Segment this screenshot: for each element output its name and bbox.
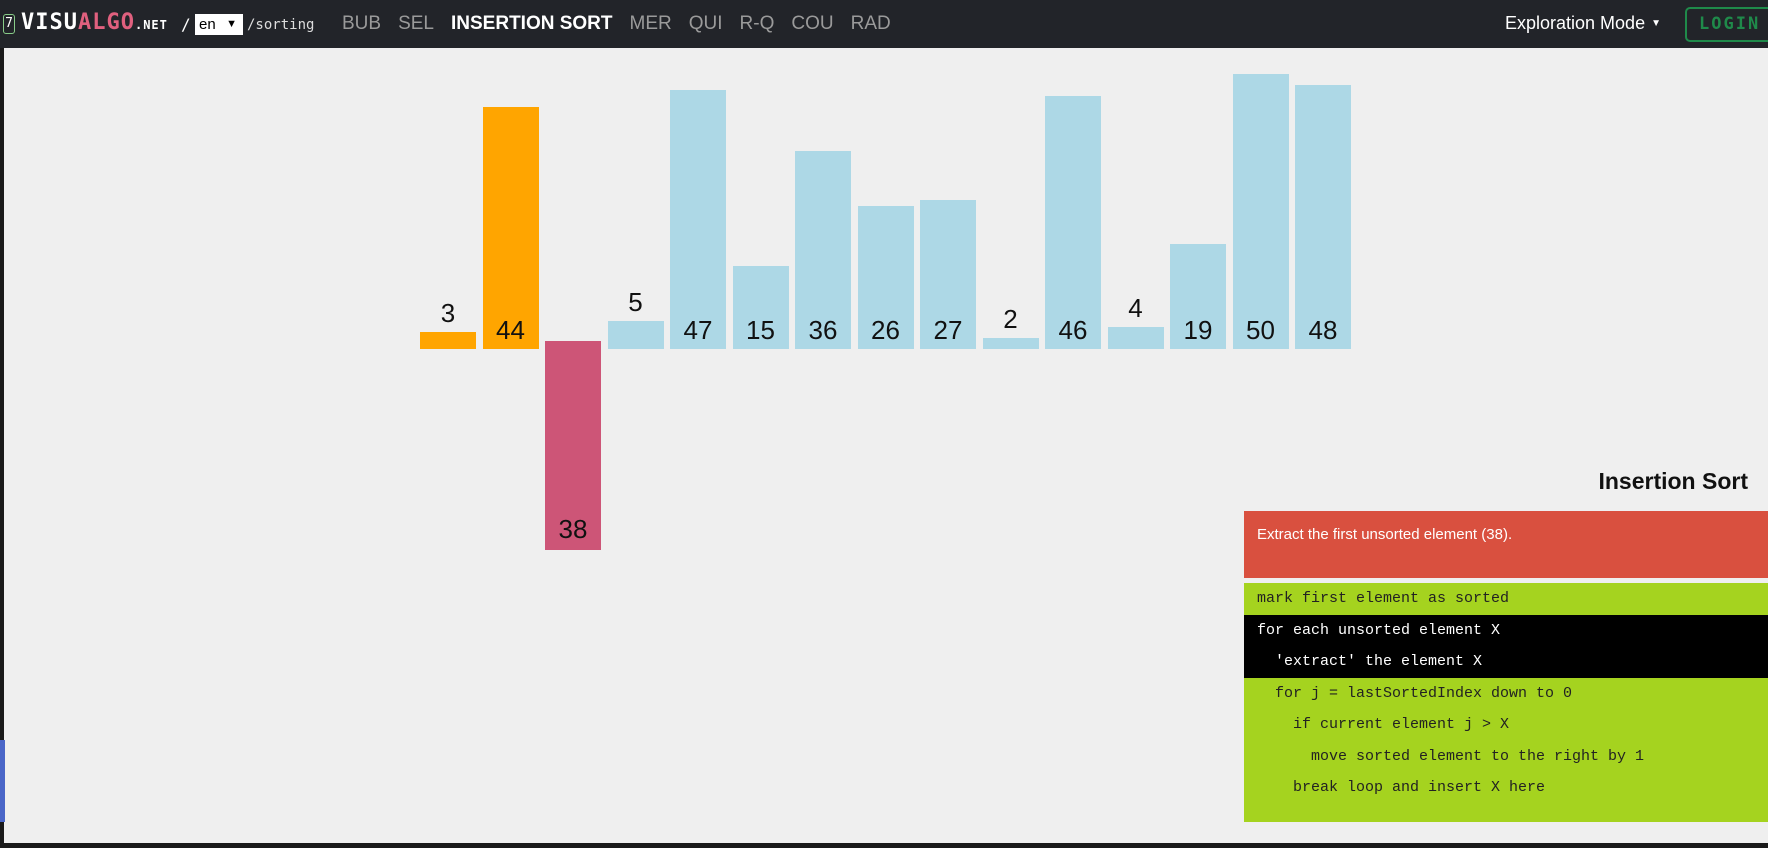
- code-line: mark first element as sorted: [1257, 590, 1510, 607]
- bar-value-label: 3: [440, 298, 456, 328]
- nav-item-cou[interactable]: COU: [791, 12, 833, 36]
- side-panel-tab[interactable]: [0, 740, 5, 822]
- pseudocode-panel: mark first element as sorted for each un…: [1244, 583, 1768, 822]
- array-bar: [607, 321, 664, 349]
- nav-item-bub[interactable]: BUB: [342, 12, 381, 36]
- bar-value-label: 5: [628, 287, 643, 317]
- code-line: break loop and insert X here: [1257, 779, 1546, 796]
- login-button[interactable]: LOGIN: [1685, 7, 1768, 42]
- algorithm-title: Insertion Sort: [1598, 468, 1748, 494]
- caret-down-icon: ▼: [1651, 18, 1661, 29]
- bar-value-label: 26: [871, 315, 900, 345]
- visualgo-logo[interactable]: VISUALGO.NET: [21, 10, 168, 35]
- bar-value-label: 38: [558, 514, 588, 544]
- top-navbar: 7 VISUALGO.NET / en ▼ /sorting BUB SEL IN…: [0, 0, 1768, 48]
- path-separator: /: [181, 15, 191, 34]
- array-bar: [1107, 327, 1164, 349]
- algorithm-nav: BUB SEL INSERTION SORT MER QUI R-Q COU R…: [342, 12, 908, 36]
- bar-value-label: 48: [1308, 315, 1338, 345]
- nav-item-r-q[interactable]: R-Q: [740, 12, 775, 36]
- frame-bottom-border: [0, 843, 1768, 848]
- logo-visu: VISU: [21, 10, 78, 35]
- array-bar: [1232, 74, 1289, 349]
- status-message: Extract the first unsorted element (38).: [1244, 511, 1768, 578]
- logo-net: .NET: [134, 18, 168, 32]
- nav-item-qui[interactable]: QUI: [689, 12, 723, 36]
- array-bar: [420, 332, 476, 349]
- language-value: en: [199, 16, 216, 33]
- code-line: for each unsorted element X: [1244, 614, 1768, 646]
- frame-left-border: [0, 48, 4, 848]
- bar-value-label: 46: [1058, 315, 1088, 345]
- bar-value-label: 19: [1183, 315, 1213, 345]
- nav-item-mer[interactable]: MER: [630, 12, 672, 36]
- bar-value-label: 27: [933, 315, 963, 345]
- bar-value-label: 44: [496, 315, 525, 345]
- mode-dropdown[interactable]: Exploration Mode ▼: [1505, 13, 1661, 34]
- bar-value-label: 15: [746, 315, 775, 345]
- code-line: move sorted element to the right by 1: [1257, 747, 1645, 765]
- visualgo-app: 7 VISUALGO.NET / en ▼ /sorting BUB SEL IN…: [0, 0, 1768, 848]
- array-bar: [670, 90, 726, 349]
- page-path: /sorting: [247, 17, 315, 33]
- array-bar: [1045, 96, 1101, 349]
- code-line: 'extract' the element X: [1244, 646, 1768, 678]
- bar-value-label: 36: [808, 315, 838, 345]
- nav-item-rad[interactable]: RAD: [851, 12, 891, 36]
- code-line: for j = lastSortedIndex down to 0: [1257, 684, 1573, 702]
- bar-value-label: 2: [1003, 304, 1018, 334]
- bar-value-label: 47: [683, 315, 713, 345]
- logo-algo: ALGO: [77, 10, 135, 35]
- array-bar: [982, 338, 1039, 349]
- nav-item-insertion-sort[interactable]: INSERTION SORT: [451, 12, 613, 36]
- array-bar: [482, 107, 539, 349]
- mode-label: Exploration Mode: [1505, 13, 1646, 33]
- dropdown-arrow-icon: ▼: [226, 18, 237, 30]
- counter-badge[interactable]: 7: [3, 14, 15, 34]
- code-line: if current element j > X: [1257, 716, 1510, 733]
- bar-value-label: 50: [1246, 315, 1275, 345]
- nav-item-sel[interactable]: SEL: [398, 12, 434, 36]
- language-select[interactable]: en ▼: [195, 14, 243, 35]
- array-bar: [1295, 85, 1351, 349]
- bar-value-label: 4: [1128, 293, 1143, 323]
